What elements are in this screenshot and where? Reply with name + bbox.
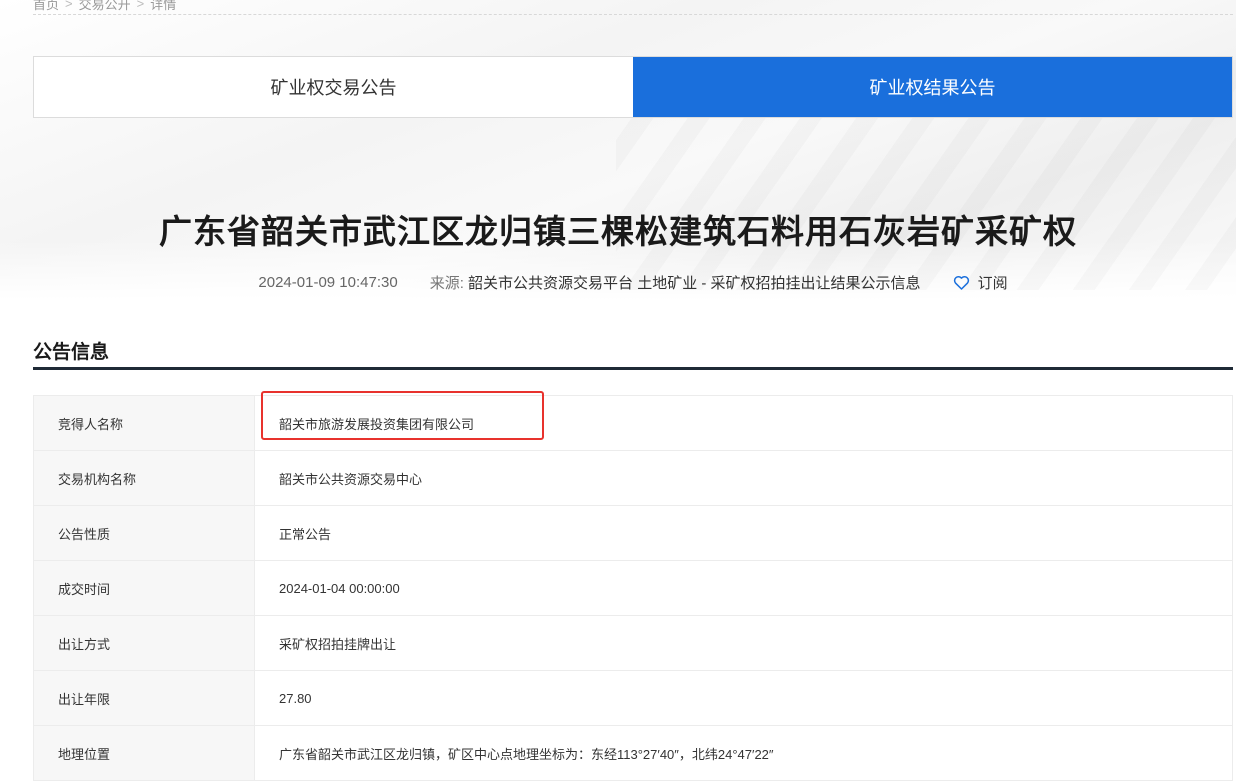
row-label: 交易机构名称 xyxy=(33,450,255,506)
table-row: 出让方式 采矿权招拍挂牌出让 xyxy=(33,615,1233,671)
row-value: 27.80 xyxy=(254,670,1233,726)
table-row: 地理位置 广东省韶关市武江区龙归镇，矿区中心点地理坐标为：东经113°27′40… xyxy=(33,725,1233,781)
breadcrumb-separator-icon: > xyxy=(136,0,145,11)
row-value: 广东省韶关市武江区龙归镇，矿区中心点地理坐标为：东经113°27′40″，北纬2… xyxy=(254,725,1233,781)
table-row: 交易机构名称 韶关市公共资源交易中心 xyxy=(33,450,1233,506)
table-row: 竞得人名称 韶关市旅游发展投资集团有限公司 xyxy=(33,395,1233,451)
subscribe-label: 订阅 xyxy=(977,275,1008,292)
breadcrumb-home[interactable]: 首页 xyxy=(33,0,59,13)
source-label: 来源: xyxy=(429,275,464,292)
row-value: 2024-01-04 00:00:00 xyxy=(254,560,1233,616)
heart-icon xyxy=(953,275,969,290)
row-value: 采矿权招拍挂牌出让 xyxy=(254,615,1233,671)
row-label: 竞得人名称 xyxy=(33,395,255,451)
row-label: 地理位置 xyxy=(33,725,255,781)
section-divider xyxy=(33,367,1233,370)
source: 来源: 韶关市公共资源交易平台 土地矿业 - 采矿权招拍挂出让结果公示信息 xyxy=(430,272,921,293)
breadcrumb-separator-icon: > xyxy=(65,0,73,11)
subscribe-button[interactable]: 订阅 xyxy=(953,272,1008,293)
breadcrumb-divider xyxy=(33,14,1233,15)
publish-datetime: 2024-01-09 10:47:30 xyxy=(258,274,398,291)
row-value: 韶关市公共资源交易中心 xyxy=(254,450,1233,506)
row-label: 成交时间 xyxy=(33,560,255,616)
tab-result-announcement[interactable]: 矿业权结果公告 xyxy=(633,57,1232,117)
page-title: 广东省韶关市武江区龙归镇三棵松建筑石料用石灰岩矿采矿权 xyxy=(159,213,1077,250)
article-meta: 2024-01-09 10:47:30 来源: 韶关市公共资源交易平台 土地矿业… xyxy=(0,272,1236,293)
source-value: 韶关市公共资源交易平台 土地矿业 - 采矿权招拍挂出让结果公示信息 xyxy=(468,275,921,292)
section-title: 公告信息 xyxy=(33,342,110,363)
row-label: 出让年限 xyxy=(33,670,255,726)
table-row: 公告性质 正常公告 xyxy=(33,505,1233,561)
table-row: 出让年限 27.80 xyxy=(33,670,1233,726)
info-table: 竞得人名称 韶关市旅游发展投资集团有限公司 交易机构名称 韶关市公共资源交易中心… xyxy=(33,395,1233,781)
table-row: 成交时间 2024-01-04 00:00:00 xyxy=(33,560,1233,616)
tab-trade-announcement[interactable]: 矿业权交易公告 xyxy=(34,57,633,117)
announcement-tabs: 矿业权交易公告 矿业权结果公告 xyxy=(33,56,1233,118)
row-value: 韶关市旅游发展投资集团有限公司 xyxy=(254,395,1233,451)
row-label: 出让方式 xyxy=(33,615,255,671)
breadcrumb-trade[interactable]: 交易公开 xyxy=(79,0,131,13)
breadcrumb: 首页 > 交易公开 > 详情 xyxy=(33,0,176,14)
hero-background xyxy=(0,0,1236,300)
breadcrumb-current: 详情 xyxy=(150,0,177,12)
row-label: 公告性质 xyxy=(33,505,255,561)
row-value: 正常公告 xyxy=(254,505,1233,561)
